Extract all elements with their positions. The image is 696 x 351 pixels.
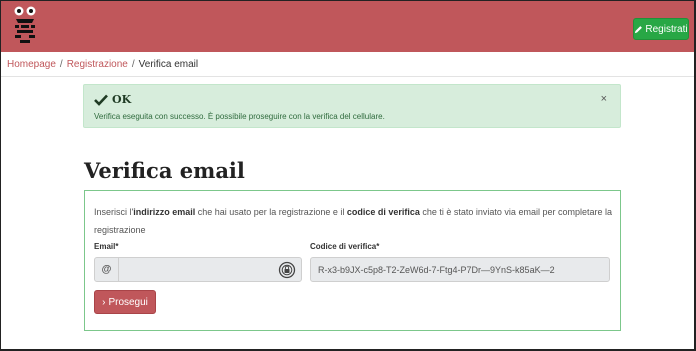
pencil-icon bbox=[635, 25, 643, 33]
form-description: Inserisci l'indirizzo email che hai usat… bbox=[94, 207, 612, 235]
register-button[interactable]: Registrati bbox=[633, 18, 689, 40]
verification-code-input[interactable] bbox=[310, 257, 610, 282]
breadcrumb-separator: / bbox=[131, 59, 135, 70]
breadcrumb: Homepage / Registrazione / Verifica email bbox=[7, 59, 198, 70]
email-input[interactable] bbox=[119, 258, 301, 281]
breadcrumb-divider bbox=[1, 76, 694, 77]
success-alert: OK Verifica eseguita con successo. È pos… bbox=[83, 84, 621, 128]
verification-code-label: Codice di verifica* bbox=[310, 242, 380, 251]
at-sign-addon: @ bbox=[95, 258, 119, 281]
breadcrumb-registration-link[interactable]: Registrazione bbox=[67, 59, 128, 70]
alert-title-text: OK bbox=[112, 93, 132, 106]
continue-button[interactable]: › Prosegui bbox=[94, 290, 156, 314]
alert-message: Verifica eseguita con successo. È possib… bbox=[94, 112, 385, 121]
verification-form-card: Inserisci l'indirizzo email che hai usat… bbox=[84, 190, 621, 331]
breadcrumb-current: Verifica email bbox=[138, 59, 199, 70]
email-field: @ bbox=[94, 257, 302, 282]
top-navbar: Registrati bbox=[1, 1, 694, 52]
page-title: Verifica email bbox=[84, 158, 245, 183]
email-label: Email* bbox=[94, 242, 119, 251]
breadcrumb-separator: / bbox=[59, 59, 63, 70]
checkmark-icon bbox=[94, 94, 108, 106]
alert-close-button[interactable]: × bbox=[601, 93, 607, 105]
breadcrumb-home-link[interactable]: Homepage bbox=[7, 59, 56, 70]
chevron-right-icon: › bbox=[102, 296, 106, 308]
owl-logo-icon[interactable] bbox=[13, 6, 37, 46]
password-manager-icon[interactable] bbox=[278, 261, 296, 279]
alert-title: OK bbox=[94, 93, 131, 106]
continue-button-label: Prosegui bbox=[108, 296, 148, 308]
register-button-label: Registrati bbox=[645, 23, 688, 35]
